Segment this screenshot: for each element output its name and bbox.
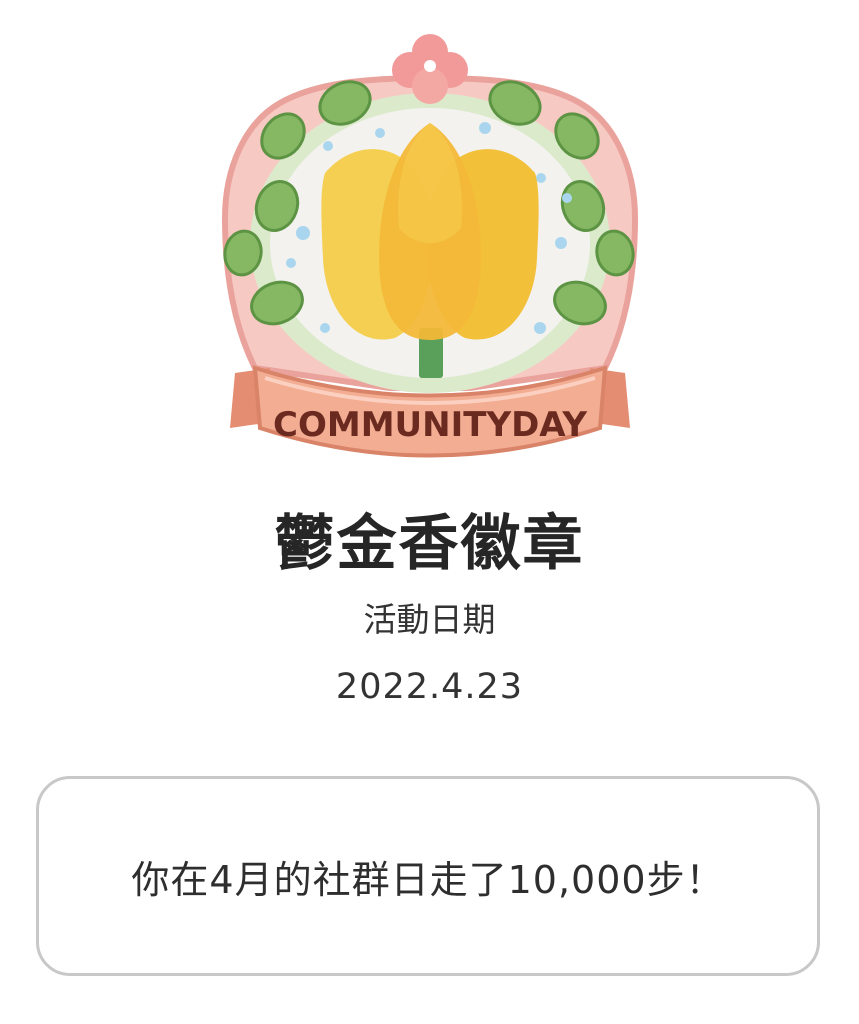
tulip-badge-icon: COMMUNITYDAY <box>195 28 665 488</box>
event-date: 2022.4.23 <box>335 667 524 707</box>
badge-title: 鬱金香徽章 <box>274 509 585 579</box>
event-date-label: 活動日期 <box>363 600 496 639</box>
ribbon-label: COMMUNITYDAY <box>273 405 587 445</box>
message-card: 你在4月的社群日走了10,000步！ <box>36 776 820 976</box>
achievement-message: 你在4月的社群日走了10,000步！ <box>131 857 725 902</box>
